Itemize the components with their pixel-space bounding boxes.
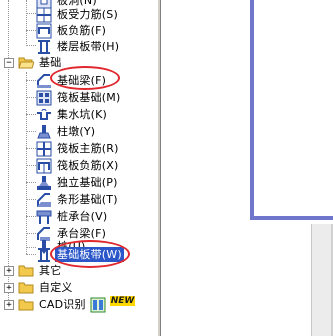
slab-negative-rebar-icon bbox=[36, 23, 52, 38]
tree-guide-line bbox=[8, 0, 9, 300]
tree-guide-line bbox=[26, 30, 36, 31]
tree-group-custom[interactable]: 自定义 bbox=[18, 279, 75, 296]
tree-group-foundation[interactable]: 基础 bbox=[18, 54, 63, 71]
tree-guide-line bbox=[26, 199, 36, 200]
new-badge: NEW bbox=[109, 295, 136, 306]
tree-item-strip-footing[interactable]: 条形基础(T) bbox=[36, 191, 120, 208]
tree-guide-line bbox=[26, 165, 36, 166]
folder-open-icon bbox=[18, 57, 34, 69]
tree-item-label: 独立基础(P) bbox=[57, 176, 118, 189]
tree-item-isolated-footing[interactable]: 独立基础(P) bbox=[36, 174, 120, 191]
tree-item-column-pier[interactable]: 柱墩(Y) bbox=[36, 123, 97, 140]
pile-cap-icon bbox=[36, 210, 52, 224]
drawing-frame bbox=[250, 0, 333, 220]
expand-toggle[interactable]: + bbox=[4, 283, 14, 293]
tree-item-label: 楼层板带(H) bbox=[57, 40, 120, 53]
tree-group-other[interactable]: 其它 bbox=[18, 262, 63, 279]
tree-guide-line bbox=[26, 233, 36, 234]
tree-group-label: 基础 bbox=[39, 56, 62, 69]
vertical-scrollbar[interactable] bbox=[311, 224, 333, 336]
tree-guide-line bbox=[26, 114, 36, 115]
raft-negative-rebar-icon bbox=[36, 158, 52, 173]
tree-item-label: 筏板基础(M) bbox=[57, 91, 121, 104]
tree-item-label: 集水坑(K) bbox=[57, 108, 107, 121]
tree-guide-line bbox=[26, 131, 36, 132]
tree-item-slab-rebar[interactable]: 板受力筋(S) bbox=[36, 6, 120, 23]
component-tree[interactable]: 板洞(N) 板受力筋(S) 板负筋(F) 楼层板带(H) − 基础 基础梁(F)… bbox=[0, 0, 157, 336]
tree-guide-line bbox=[26, 13, 36, 14]
expand-toggle[interactable]: + bbox=[4, 300, 14, 310]
tree-guide-line bbox=[26, 45, 36, 46]
tree-guide-line bbox=[26, 72, 27, 254]
tree-group-label: 其它 bbox=[39, 264, 62, 277]
tree-guide-line bbox=[26, 254, 36, 255]
folder-icon bbox=[18, 299, 34, 311]
column-pier-icon bbox=[37, 124, 51, 138]
tree-group-label: 自定义 bbox=[39, 281, 73, 294]
tree-item-label: 板受力筋(S) bbox=[57, 8, 118, 21]
tree-item-slab-negative-rebar[interactable]: 板负筋(F) bbox=[36, 22, 108, 39]
tree-guide-line bbox=[26, 182, 36, 183]
tree-item-label: 筏板负筋(X) bbox=[57, 159, 119, 172]
tree-item-pile-cap[interactable]: 桩承台(V) bbox=[36, 208, 109, 225]
tree-item-raft-foundation[interactable]: 筏板基础(M) bbox=[36, 89, 122, 106]
tree-item-label: 桩承台(V) bbox=[57, 210, 108, 223]
raft-foundation-icon bbox=[36, 90, 52, 105]
tree-item-label: 板负筋(F) bbox=[57, 24, 107, 37]
tree-guide-line bbox=[26, 0, 27, 44]
tree-item-sump-pit[interactable]: 集水坑(K) bbox=[36, 106, 109, 123]
tree-item-label: 筏板主筋(R) bbox=[57, 142, 119, 155]
raft-main-rebar-icon bbox=[36, 141, 52, 156]
folder-icon bbox=[18, 265, 34, 277]
tree-guide-line bbox=[26, 97, 36, 98]
strip-footing-icon bbox=[37, 192, 51, 207]
folder-icon bbox=[18, 282, 34, 294]
drawing-canvas[interactable] bbox=[161, 0, 333, 336]
floor-strip-icon bbox=[38, 39, 50, 54]
tree-guide-line bbox=[26, 80, 36, 81]
slab-rebar-icon bbox=[36, 7, 52, 22]
tree-group-cad-recognition[interactable]: CAD识别 NEW bbox=[18, 295, 136, 313]
annotation-circle bbox=[50, 240, 130, 268]
tree-item-raft-main-rebar[interactable]: 筏板主筋(R) bbox=[36, 140, 121, 157]
isolated-footing-icon bbox=[37, 175, 51, 190]
expand-toggle[interactable]: + bbox=[4, 266, 14, 276]
cad-recognition-icon bbox=[90, 297, 106, 312]
tree-item-label: 条形基础(T) bbox=[57, 193, 118, 206]
tree-guide-line bbox=[26, 148, 36, 149]
tree-guide-line bbox=[26, 247, 36, 248]
tree-item-floor-strip[interactable]: 楼层板带(H) bbox=[36, 38, 121, 55]
annotation-circle bbox=[50, 66, 120, 90]
tree-item-label: 柱墩(Y) bbox=[57, 125, 96, 138]
tree-item-raft-negative-rebar[interactable]: 筏板负筋(X) bbox=[36, 157, 121, 174]
sump-pit-icon bbox=[37, 108, 51, 120]
tree-guide-line bbox=[26, 216, 36, 217]
tree-group-label: CAD识别 bbox=[39, 298, 86, 311]
collapse-toggle[interactable]: − bbox=[4, 58, 14, 68]
